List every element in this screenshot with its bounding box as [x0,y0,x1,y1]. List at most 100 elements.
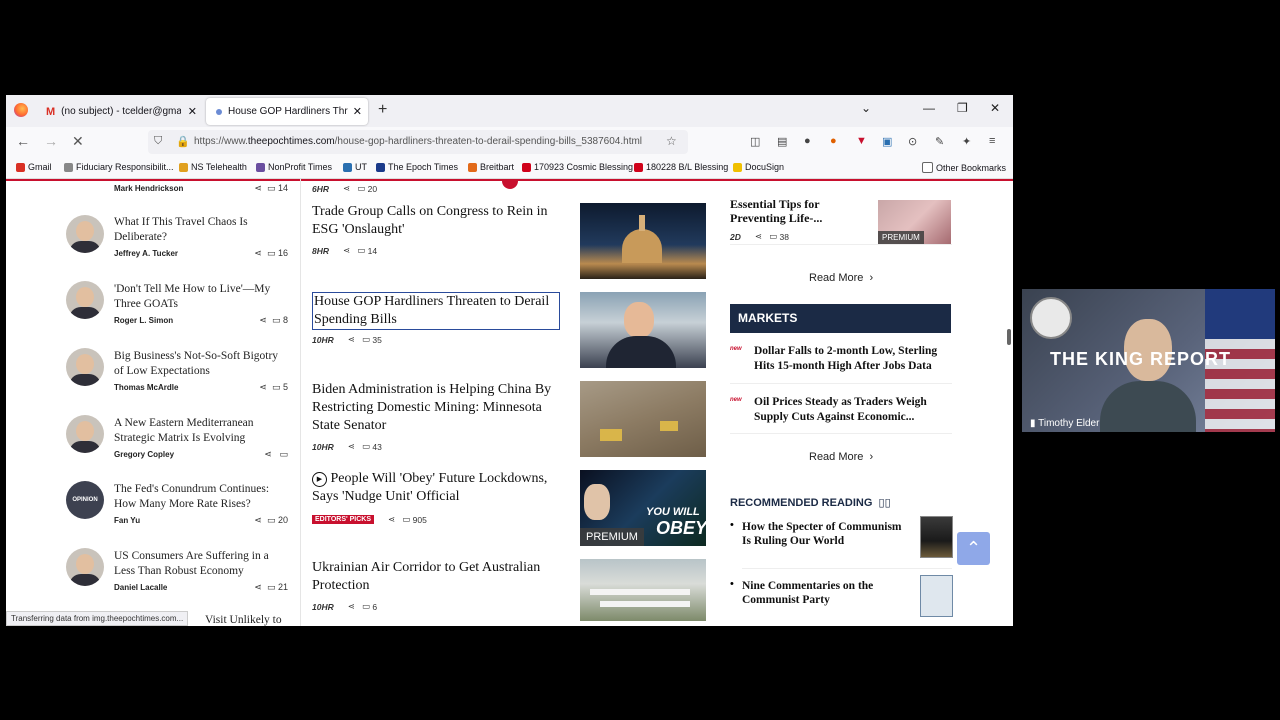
list-item[interactable]: • Nine Commentaries on the Communist Par… [730,575,953,622]
article-thumbnail[interactable]: PREMIUM [878,200,951,244]
extension-icon[interactable]: ▼ [856,135,867,147]
menu-icon[interactable]: ≡ [989,135,995,147]
extension-icon[interactable]: ▣ [882,135,892,148]
list-item[interactable]: Ukrainian Air Corridor to Get Australian… [312,559,706,626]
comment-icon[interactable]: ▭ [362,334,370,345]
extension-icon[interactable]: ● [804,135,811,147]
list-item[interactable]: new Dollar Falls to 2-month Low, Sterlin… [730,344,952,380]
article-title[interactable]: Essential Tips for Preventing Life-... [730,197,860,225]
reader-view-icon[interactable]: ▤ [777,135,787,148]
share-icon[interactable]: ⋖ [348,441,355,452]
article-thumbnail[interactable] [580,203,706,279]
list-item[interactable]: Essential Tips for Preventing Life-... 2… [730,185,952,245]
article-title[interactable]: A New Eastern Mediterranean Strategic Ma… [114,416,290,446]
editors-picks-badge[interactable]: EDITORS' PICKS [312,515,374,524]
share-icon[interactable]: ⋖ [348,334,355,345]
comment-icon[interactable]: ▭ [279,449,288,459]
share-icon[interactable]: ⋖ [388,514,395,525]
share-icon[interactable]: ⋖ [755,231,762,242]
article-title[interactable]: 'Don't Tell Me How to Live'—My Three GOA… [114,282,290,312]
read-more-link[interactable]: Read More › [809,451,873,463]
list-item[interactable]: Trade Group Calls on Congress to Rein in… [312,203,706,283]
article-title[interactable]: US Consumers Are Suffering in a Less Tha… [114,549,290,579]
share-icon[interactable]: ⋖ [343,245,350,256]
extension-icon[interactable]: ● [830,135,837,147]
share-icon[interactable]: ⋖ [343,183,350,194]
list-item[interactable]: 'Don't Tell Me How to Live'—My Three GOA… [66,280,290,330]
share-icon[interactable]: ⋖ [264,449,272,459]
comment-icon[interactable]: ▭ [402,514,410,525]
book-cover[interactable] [920,575,953,617]
recommended-title[interactable]: Nine Commentaries on the Communist Party [742,579,912,607]
article-thumbnail[interactable] [580,559,706,621]
back-to-top-button[interactable]: ⌃ [957,532,990,565]
scrollbar-thumb[interactable] [1007,329,1011,345]
lock-icon[interactable]: 🔒 [176,135,190,148]
book-cover[interactable] [920,516,953,558]
comment-icon[interactable]: ▭ [357,245,365,256]
author-name[interactable]: Roger L. Simon [114,316,173,325]
list-item[interactable]: OPINION The Fed's Conundrum Continues: H… [66,480,290,530]
tab-gmail[interactable]: M (no subject) - tcelder@gmail.co ✕ [38,98,203,125]
extension-icon[interactable]: ⊙ [908,135,917,148]
tab-epoch-times[interactable]: House GOP Hardliners Threaten ✕ [206,98,368,125]
list-item[interactable]: Biden Administration is Helping China By… [312,381,706,461]
comment-icon[interactable]: ▭ [267,248,276,258]
article-thumbnail[interactable] [580,381,706,457]
forward-icon[interactable]: → [44,133,58,149]
comment-icon[interactable]: ▭ [362,601,370,612]
list-item[interactable]: US Consumers Are Suffering in a Less Tha… [66,547,290,597]
bookmark-item[interactable]: Fiduciary Responsibilit... [64,162,174,172]
share-icon[interactable]: ⋖ [254,515,262,525]
article-thumbnail[interactable] [580,292,706,368]
author-name[interactable]: Jeffrey A. Tucker [114,249,178,258]
share-icon[interactable]: ⋖ [348,601,355,612]
article-title[interactable]: House GOP Hardliners Threaten to Derail … [312,292,560,330]
author-name[interactable]: Thomas McArdle [114,383,178,392]
article-title[interactable]: ▶ People Will 'Obey' Future Lockdowns, S… [312,470,558,506]
comment-icon[interactable]: ▭ [769,231,777,242]
comment-icon[interactable]: ▭ [362,441,370,452]
share-icon[interactable]: ⋖ [254,582,262,592]
bookmark-item[interactable]: NS Telehealth [179,162,247,172]
bookmark-item[interactable]: Breitbart [468,162,514,172]
shield-icon[interactable]: ⛉ [154,135,162,148]
comment-icon[interactable]: ▭ [267,515,276,525]
url-bar[interactable]: https://www.theepochtimes.com/house-gop-… [148,130,688,154]
close-icon[interactable]: ✕ [188,105,197,118]
recommended-title[interactable]: How the Specter of Communism Is Ruling O… [742,520,912,548]
list-item[interactable]: Big Business's Not-So-Soft Bigotry of Lo… [66,347,290,397]
pocket-icon[interactable]: ◫ [750,135,760,148]
back-icon[interactable]: ← [16,133,30,149]
author-name[interactable]: Gregory Copley [114,450,174,459]
list-item[interactable]: House GOP Hardliners Threaten to Derail … [312,292,706,372]
extensions-puzzle-icon[interactable]: ✦ [962,135,971,148]
share-icon[interactable]: ⋖ [259,315,267,325]
bookmark-item[interactable]: 170923 Cosmic Blessing [522,162,633,172]
bookmark-item[interactable]: NonProfit Times [256,162,332,172]
list-item[interactable]: • How the Specter of Communism Is Ruling… [730,516,953,563]
new-tab-icon[interactable]: + [378,101,387,119]
author-name[interactable]: Daniel Lacalle [114,583,167,592]
bookmark-item[interactable]: UT [343,162,367,172]
list-item[interactable]: A New Eastern Mediterranean Strategic Ma… [66,414,290,464]
read-more-link[interactable]: Read More › [809,272,873,284]
share-icon[interactable]: ⋖ [254,248,262,258]
window-close-icon[interactable]: ✕ [990,101,1000,115]
article-title[interactable]: Trade Group Calls on Congress to Rein in… [312,203,562,239]
restore-icon[interactable]: ❐ [957,101,968,115]
tab-list-chevron-icon[interactable]: ⌄ [861,101,871,115]
comment-icon[interactable]: ▭ [267,582,276,592]
extension-icon[interactable]: ✎ [935,135,944,148]
list-item[interactable]: ▶ People Will 'Obey' Future Lockdowns, S… [312,470,706,550]
comment-icon[interactable]: ▭ [272,315,281,325]
bookmark-item[interactable]: Gmail [16,162,52,172]
stop-loading-icon[interactable]: ✕ [72,133,84,150]
article-title[interactable]: Big Business's Not-So-Soft Bigotry of Lo… [114,349,290,379]
bookmark-item[interactable]: DocuSign [733,162,784,172]
minimize-icon[interactable]: — [923,101,935,115]
article-title[interactable]: The Fed's Conundrum Continues: How Many … [114,482,290,512]
bookmark-star-icon[interactable]: ☆ [666,134,677,148]
close-icon[interactable]: ✕ [353,105,362,118]
market-headline[interactable]: Dollar Falls to 2-month Low, Sterling Hi… [754,344,954,374]
